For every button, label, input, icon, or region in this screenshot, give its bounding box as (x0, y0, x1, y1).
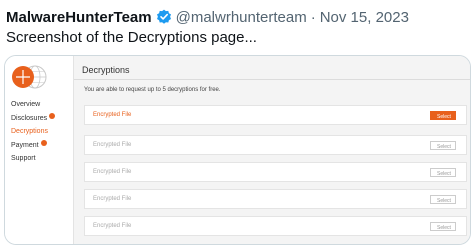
sidebar-item-label: Decryptions (11, 128, 48, 135)
encrypted-file-row: Encrypted File Select (84, 189, 467, 209)
page-title: Decryptions (82, 65, 130, 75)
file-label: Encrypted File (93, 169, 132, 175)
author-name[interactable]: MalwareHunterTeam (6, 9, 152, 26)
notification-dot-icon (49, 112, 56, 119)
screenshot-image[interactable]: Overview Disclosures Decryptions Payment… (4, 55, 471, 245)
file-label: Encrypted File (93, 142, 132, 148)
select-button[interactable]: Select (430, 195, 456, 204)
encrypted-file-row: Encrypted File Select (84, 216, 467, 236)
notification-dot-icon (40, 139, 47, 146)
tweet-text: Screenshot of the Decryptions page... (6, 29, 257, 46)
sidebar-item-label: Support (11, 155, 36, 162)
file-label: Encrypted File (93, 196, 132, 202)
intro-text: You are able to request up to 5 decrypti… (84, 87, 221, 93)
select-button[interactable]: Select (430, 222, 456, 231)
tweet-header: MalwareHunterTeam @malwrhunterteam · Nov… (6, 7, 409, 27)
sidebar-item-disclosures[interactable]: Disclosures (11, 112, 56, 126)
sidebar-item-label: Payment (11, 141, 39, 149)
verified-badge-icon (156, 9, 172, 25)
sidebar-item-label: Overview (11, 101, 41, 108)
encrypted-file-row: Encrypted File Select (84, 105, 467, 125)
file-label: Encrypted File (93, 112, 132, 118)
sidebar-item-decryptions[interactable]: Decryptions (11, 125, 55, 139)
file-label: Encrypted File (93, 223, 132, 229)
encrypted-file-row: Encrypted File Select (84, 162, 467, 182)
sidebar-item-overview[interactable]: Overview (11, 98, 55, 112)
sidebar-item-label: Disclosures (11, 114, 48, 122)
divider (74, 79, 470, 80)
select-button[interactable]: Select (430, 111, 456, 120)
sidebar-item-support[interactable]: Support (11, 152, 55, 166)
orange-globe-logo-icon (11, 64, 49, 90)
separator-dot: · (310, 8, 316, 26)
select-button[interactable]: Select (430, 168, 456, 177)
sidebar-item-payment[interactable]: Payment (11, 139, 55, 153)
tweet-date[interactable]: Nov 15, 2023 (320, 9, 409, 26)
sidebar-nav: Overview Disclosures Decryptions Payment… (11, 98, 56, 166)
encrypted-file-row: Encrypted File Select (84, 135, 467, 155)
sidebar: Overview Disclosures Decryptions Payment… (5, 56, 74, 244)
main-content: Decryptions You are able to request up t… (74, 56, 470, 244)
author-handle[interactable]: @malwrhunterteam (176, 9, 307, 26)
select-button[interactable]: Select (430, 141, 456, 150)
